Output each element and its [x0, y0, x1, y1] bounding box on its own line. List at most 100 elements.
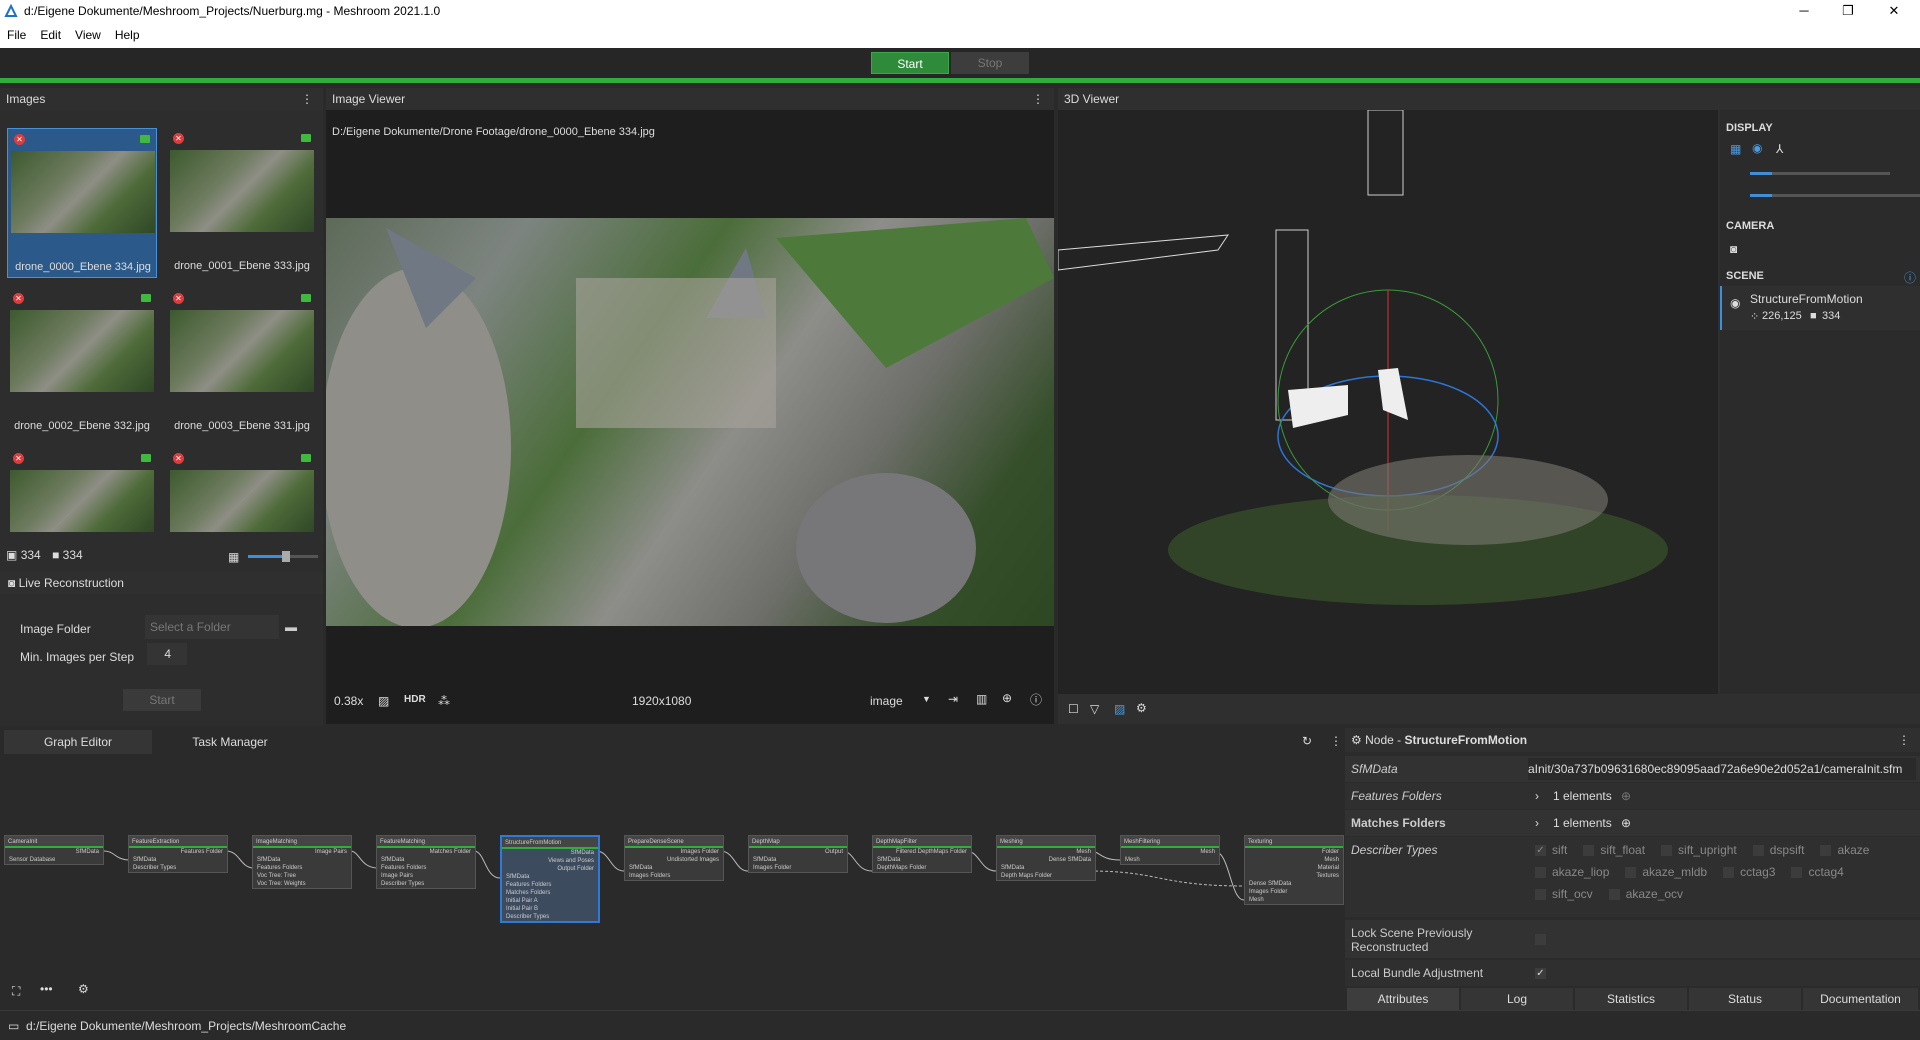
- grid-icon[interactable]: ▨: [1114, 702, 1125, 716]
- tab-statistics[interactable]: Statistics: [1575, 988, 1687, 1010]
- graph-node-input[interactable]: Matches Folders: [502, 889, 598, 897]
- visibility-eye-icon[interactable]: ◉: [1730, 296, 1740, 310]
- histogram-icon[interactable]: ▥: [976, 692, 987, 706]
- graph-node-input[interactable]: SfMData: [377, 856, 475, 864]
- graph-node-output[interactable]: Output: [749, 848, 847, 856]
- graph-node-input[interactable]: SfMData: [625, 864, 723, 872]
- describer-checkbox[interactable]: [1625, 867, 1637, 879]
- info-icon[interactable]: ⓘ: [1904, 269, 1916, 286]
- image-folder-input[interactable]: Select a Folder: [145, 615, 279, 639]
- graph-node-output[interactable]: Mesh: [1121, 848, 1219, 856]
- graph-node-input[interactable]: Features Folders: [377, 864, 475, 872]
- camera-scale-slider[interactable]: [1750, 194, 1920, 197]
- settings-icon[interactable]: ⚙: [1136, 701, 1147, 715]
- lock-scene-checkbox[interactable]: [1535, 934, 1546, 945]
- graph-node-output[interactable]: SfMData: [5, 848, 103, 856]
- graph-node[interactable]: Texturing Folder Mesh Material Textures Dense…: [1244, 835, 1344, 905]
- graph-node[interactable]: CameraInit SfMData Sensor Database: [4, 835, 104, 865]
- scene-item[interactable]: ◉ StructureFromMotion ⁘ 226,125 ■ 334: [1720, 286, 1920, 330]
- graph-node-input[interactable]: Describer Types: [129, 864, 227, 872]
- image-preview[interactable]: [321, 218, 1054, 628]
- describer-option[interactable]: sift_ocv: [1535, 883, 1593, 905]
- describer-option[interactable]: akaze_liop: [1535, 861, 1609, 883]
- image-thumbnail[interactable]: ✕ drone_0003_Ebene 331.jpg: [167, 288, 317, 438]
- graph-node-input[interactable]: Images Folder: [1245, 888, 1343, 896]
- more-vert-icon[interactable]: ⋮: [1032, 88, 1044, 110]
- graph-node-output[interactable]: Output Folder: [502, 865, 598, 873]
- start-button[interactable]: Start: [871, 52, 949, 74]
- graph-node[interactable]: ImageMatching Image Pairs SfMData Features …: [252, 835, 352, 889]
- graph-node-input[interactable]: Initial Pair A: [502, 897, 598, 905]
- image-thumbnail[interactable]: ✕: [7, 448, 157, 536]
- graph-node-output[interactable]: Dense SfMData: [997, 856, 1095, 864]
- describer-checkbox[interactable]: ✓: [1535, 845, 1546, 857]
- graph-node[interactable]: DepthMapFilter Filtered DepthMaps Folder S…: [872, 835, 972, 873]
- hdr-toggle[interactable]: HDR: [404, 694, 426, 705]
- describer-checkbox[interactable]: [1535, 867, 1546, 879]
- image-thumbnail[interactable]: ✕ drone_0002_Ebene 332.jpg: [7, 288, 157, 438]
- graph-node-input[interactable]: Features Folders: [253, 864, 351, 872]
- info-icon[interactable]: ⓘ: [1030, 691, 1042, 708]
- describer-checkbox[interactable]: [1583, 845, 1595, 857]
- graph-node-input[interactable]: Images Folders: [625, 872, 723, 880]
- channels-icon[interactable]: ▨: [378, 694, 389, 708]
- image-thumbnail[interactable]: ✕: [167, 448, 317, 536]
- graph-node[interactable]: FeatureExtraction Features Folder SfMData D…: [128, 835, 228, 873]
- menu-file[interactable]: File: [0, 28, 33, 42]
- describer-checkbox[interactable]: [1820, 845, 1832, 857]
- graph-node-output[interactable]: Mesh: [997, 848, 1095, 856]
- axis-toggle-icon[interactable]: ⅄: [1776, 142, 1783, 156]
- add-circle-icon[interactable]: ⊕: [1621, 810, 1631, 836]
- grid-toggle-icon[interactable]: ▦: [1730, 142, 1741, 156]
- graph-node-input[interactable]: Describer Types: [502, 913, 598, 921]
- graph-node-input[interactable]: SfMData: [502, 873, 598, 881]
- image-thumbnail[interactable]: ✕ drone_0000_Ebene 334.jpg: [7, 128, 157, 278]
- graph-node-output[interactable]: Textures: [1245, 872, 1343, 880]
- menu-edit[interactable]: Edit: [33, 28, 68, 42]
- graph-node[interactable]: FeatureMatching Matches Folder SfMData Feat…: [376, 835, 476, 889]
- image-thumbnail[interactable]: ✕ drone_0001_Ebene 333.jpg: [167, 128, 317, 278]
- more-horiz-icon[interactable]: •••: [40, 982, 53, 996]
- snapshot-camera-icon[interactable]: ◙: [1730, 242, 1737, 256]
- sfmdata-input[interactable]: aInit/30a737b09631680ec89095aad72a6e90e2…: [1528, 758, 1916, 780]
- graph-node-output[interactable]: Mesh: [1245, 856, 1343, 864]
- graph-node-input[interactable]: Voc Tree: Tree: [253, 872, 351, 880]
- describer-checkbox[interactable]: [1608, 889, 1620, 901]
- add-circle-icon[interactable]: ⊕: [1621, 783, 1631, 809]
- more-vert-icon[interactable]: ⋮: [1898, 728, 1910, 752]
- live-start-button[interactable]: Start: [123, 689, 201, 711]
- folder-icon[interactable]: ▬: [285, 620, 297, 634]
- graph-node-output[interactable]: Images Folder: [625, 848, 723, 856]
- min-images-spinbox[interactable]: 4: [147, 643, 187, 665]
- graph-node-input[interactable]: SfMData: [873, 856, 971, 864]
- describer-option[interactable]: cctag3: [1723, 861, 1775, 883]
- graph-node-output[interactable]: SfMData: [502, 849, 598, 857]
- graph-node-output[interactable]: Matches Folder: [377, 848, 475, 856]
- viewer3d-canvas[interactable]: [1057, 109, 1718, 694]
- graph-node-input[interactable]: Dense SfMData: [1245, 880, 1343, 888]
- graph-node-output[interactable]: Views and Poses: [502, 857, 598, 865]
- graph-node[interactable]: PrepareDenseScene Images Folder Undistorte…: [624, 835, 724, 881]
- describer-option[interactable]: sift_upright: [1661, 839, 1737, 861]
- graph-node-output[interactable]: Folder: [1245, 848, 1343, 856]
- graph-node-input[interactable]: Mesh: [1121, 856, 1219, 864]
- tab-attributes[interactable]: Attributes: [1347, 988, 1459, 1010]
- import-icon[interactable]: ⇥: [948, 692, 958, 706]
- gizmo-toggle-icon[interactable]: ◉: [1752, 141, 1762, 155]
- graph-node-input[interactable]: Describer Types: [377, 880, 475, 888]
- graph-node[interactable]: MeshFiltering Mesh Mesh: [1120, 835, 1220, 865]
- local-bundle-checkbox[interactable]: ✓: [1535, 968, 1546, 979]
- bounding-box-icon[interactable]: ☐: [1068, 702, 1079, 716]
- describer-checkbox[interactable]: [1723, 867, 1735, 879]
- image-mode-select[interactable]: image: [870, 694, 903, 708]
- live-reconstruction-header[interactable]: ◙ Live Reconstruction: [0, 572, 323, 594]
- graph-node-input[interactable]: SfMData: [253, 856, 351, 864]
- menu-view[interactable]: View: [68, 28, 108, 42]
- globe-icon[interactable]: ⊕: [1002, 691, 1012, 705]
- graph-node-input[interactable]: Features Folders: [502, 881, 598, 889]
- describer-option[interactable]: cctag4: [1791, 861, 1844, 883]
- graph-node-output[interactable]: Material: [1245, 864, 1343, 872]
- more-vert-icon[interactable]: ⋮: [301, 88, 313, 110]
- describer-option[interactable]: ✓ sift: [1535, 839, 1567, 861]
- graph-node-input[interactable]: Sensor Database: [5, 856, 103, 864]
